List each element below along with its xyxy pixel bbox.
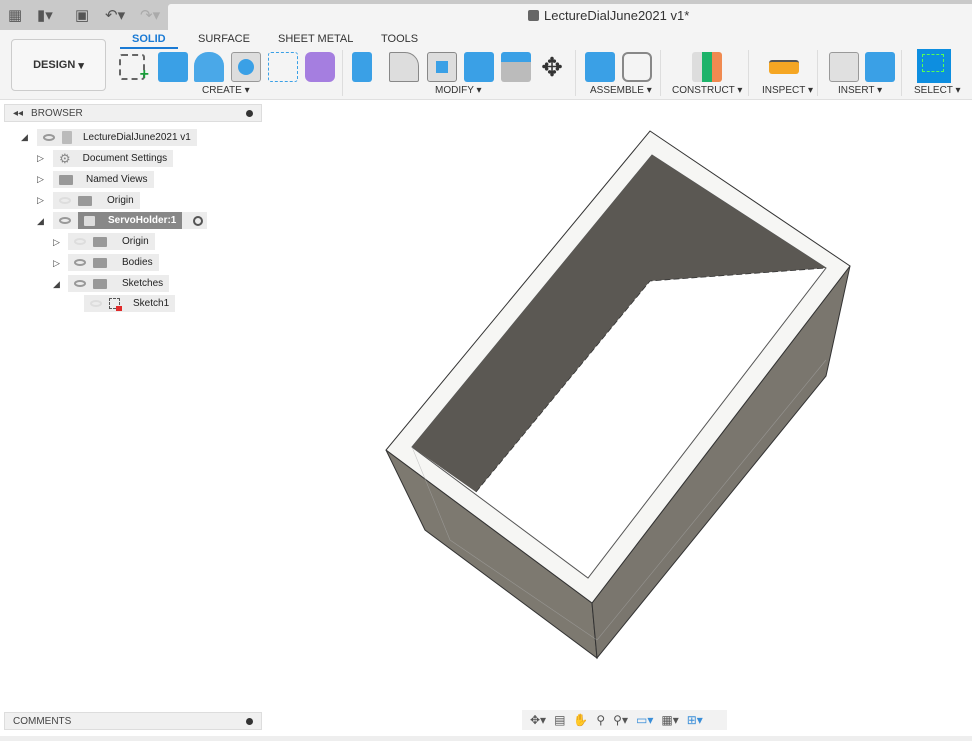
fit-icon[interactable]: ⚲▾ [613,713,628,727]
zoom-icon[interactable]: ⚲ [596,713,605,727]
orbit-icon[interactable]: ✥▾ [530,713,546,727]
navigation-bar: ✥▾ ▤ ✋ ⚲ ⚲▾ ▭▾ ▦▾ ⊞▾ [522,710,727,730]
pan-hand-icon[interactable]: ✋ [573,713,588,727]
display-settings-icon[interactable]: ▭▾ [636,713,653,727]
comments-header[interactable]: COMMENTS [4,712,262,730]
comments-title: COMMENTS [13,715,72,727]
status-strip [0,736,972,741]
pin-icon[interactable] [246,717,253,725]
grid-settings-icon[interactable]: ▦▾ [661,713,678,727]
model-viewport[interactable] [0,0,972,741]
look-at-icon[interactable]: ▤ [554,713,565,727]
viewports-icon[interactable]: ⊞▾ [687,713,703,727]
